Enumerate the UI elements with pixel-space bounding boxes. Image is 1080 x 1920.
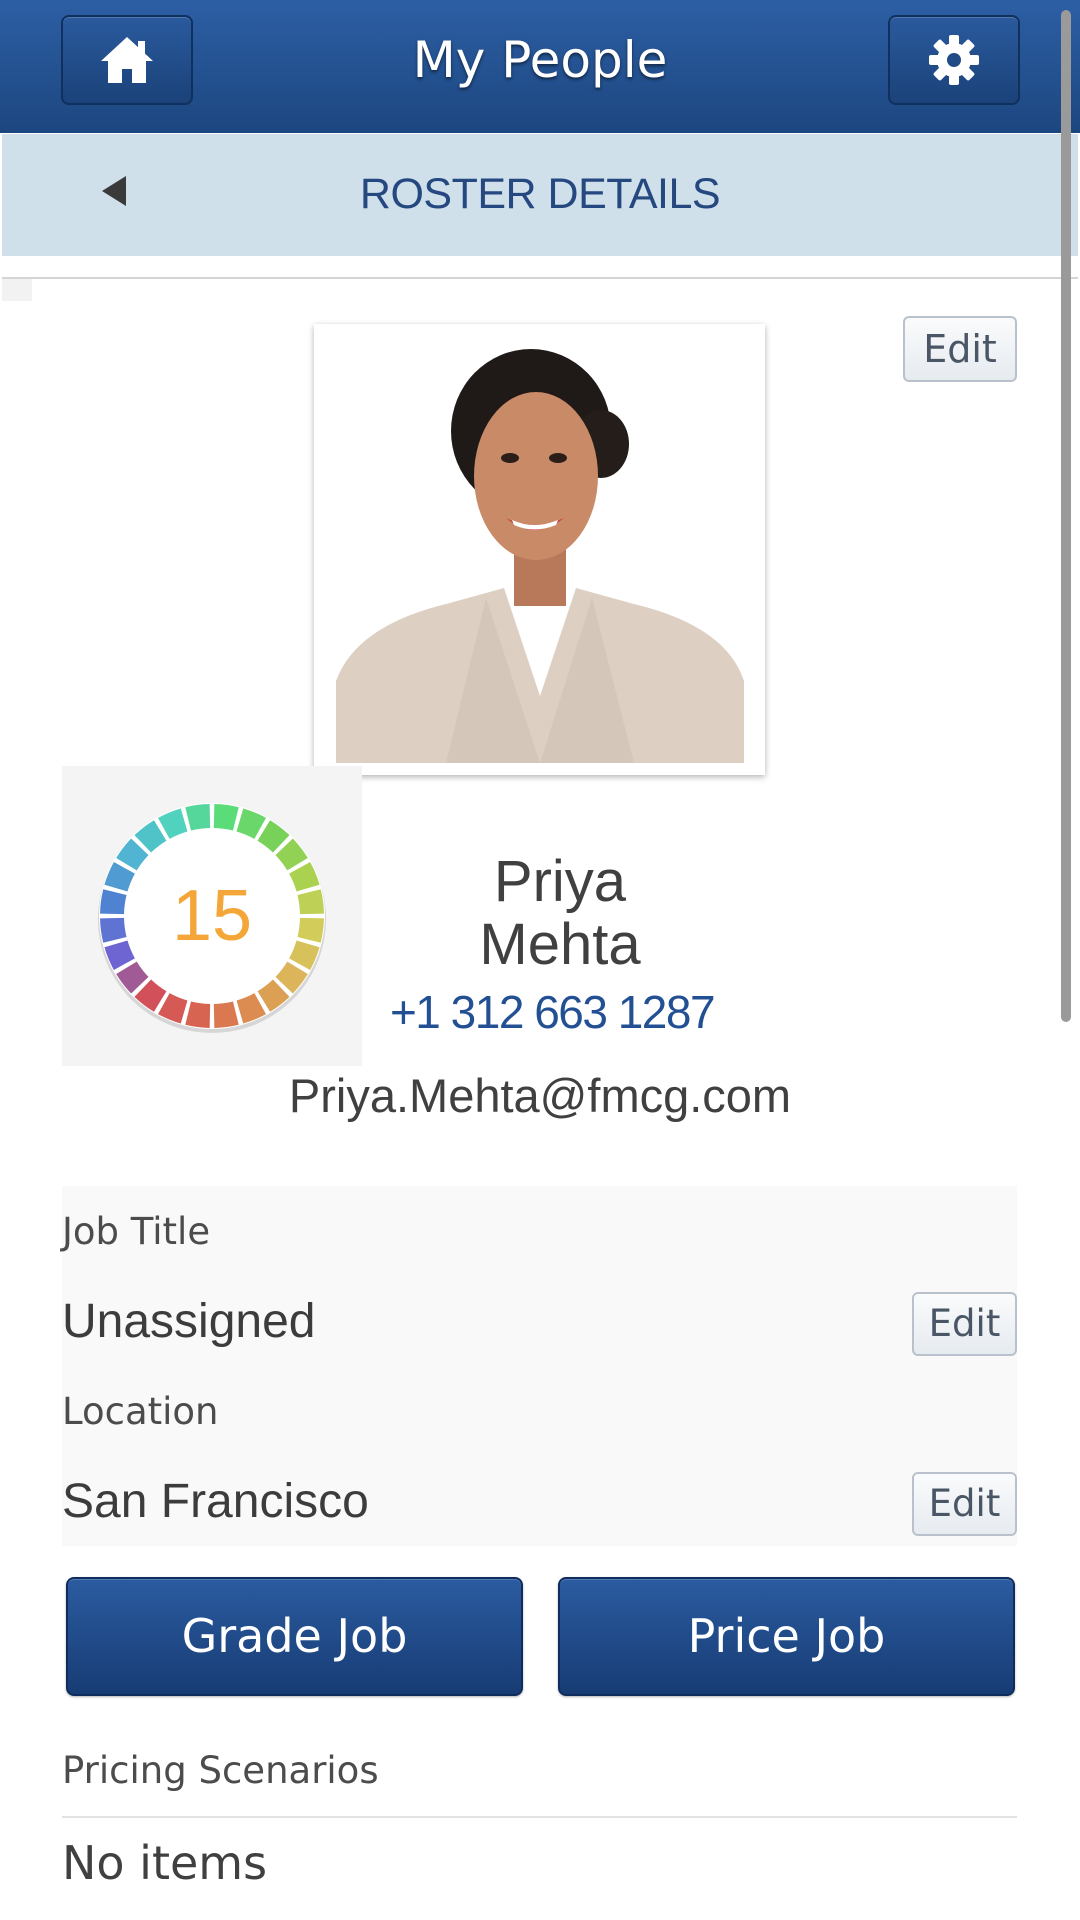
edit-location-button[interactable]: Edit <box>912 1472 1017 1536</box>
first-name: Priya <box>493 849 627 914</box>
score-gauge: 15 <box>62 766 362 1066</box>
settings-button[interactable] <box>888 15 1020 105</box>
section-title: ROSTER DETAILS <box>359 170 721 218</box>
scrollbar[interactable] <box>1061 10 1071 1022</box>
divider <box>62 1816 1017 1818</box>
app-header: My People <box>0 0 1080 133</box>
profile-photo <box>314 324 765 775</box>
score-value: 15 <box>171 876 253 956</box>
person-portrait <box>326 336 753 763</box>
location-label: Location <box>62 1390 219 1433</box>
gear-icon <box>929 35 979 85</box>
edit-job-title-button[interactable]: Edit <box>912 1292 1017 1356</box>
pricing-scenarios-label: Pricing Scenarios <box>62 1749 379 1792</box>
grade-job-button[interactable]: Grade Job <box>66 1577 523 1696</box>
last-name: Mehta <box>479 912 641 977</box>
edit-photo-button[interactable]: Edit <box>903 316 1017 382</box>
home-icon <box>101 37 153 83</box>
roster-details-screen: My People ROSTER DETAILS Edit 15 Priya M… <box>0 0 1080 1920</box>
profile-photo-image <box>326 336 753 763</box>
empty-list-text: No items <box>62 1836 268 1890</box>
job-title-value: Unassigned <box>62 1295 316 1348</box>
location-value: San Francisco <box>62 1475 369 1528</box>
email-text[interactable]: Priya.Mehta@fmcg.com <box>0 1068 1080 1123</box>
divider-shade <box>2 279 32 301</box>
price-job-button[interactable]: Price Job <box>558 1577 1015 1696</box>
divider <box>2 277 1078 279</box>
home-button[interactable] <box>61 15 193 105</box>
job-title-label: Job Title <box>62 1210 211 1253</box>
phone-link[interactable]: +1 312 663 1287 <box>362 985 742 1039</box>
roster-details-bar: ROSTER DETAILS <box>2 134 1078 256</box>
